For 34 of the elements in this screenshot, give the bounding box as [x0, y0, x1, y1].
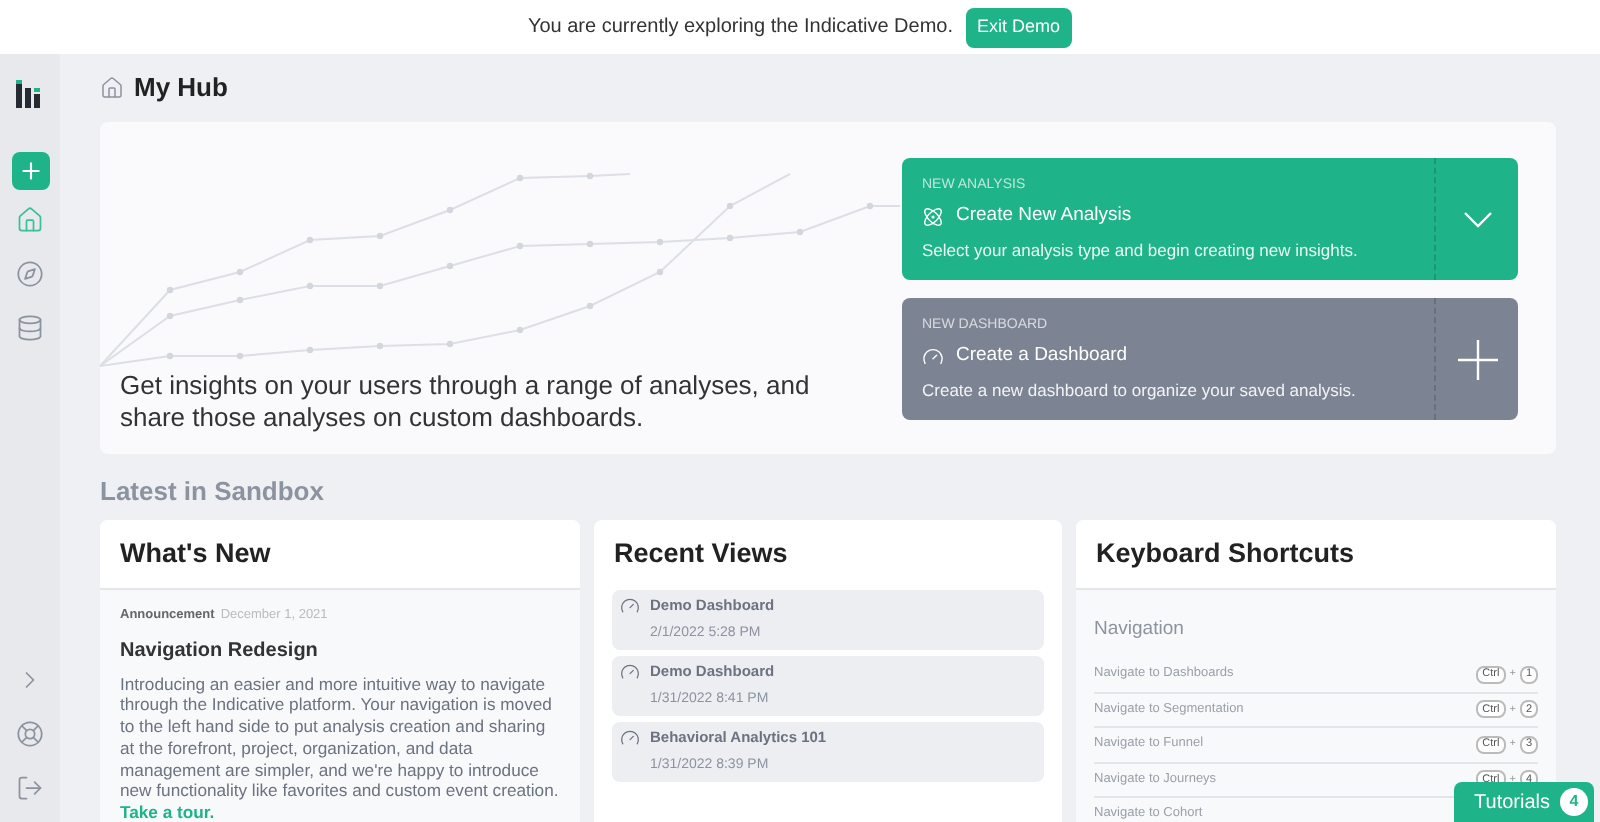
- create-button[interactable]: [11, 152, 49, 190]
- lifebuoy-icon: [16, 720, 44, 748]
- demo-banner-text: You are currently exploring the Indicative Demo.: [527, 14, 953, 42]
- section-title: Latest in Sandbox: [100, 473, 324, 509]
- gauge-icon: [922, 345, 944, 368]
- gauge-icon: [620, 595, 640, 616]
- card-heading: What's New: [120, 535, 271, 572]
- home-icon: [100, 76, 124, 100]
- tour-link[interactable]: Take a tour.: [120, 801, 215, 822]
- shortcut-group: Navigation: [1094, 618, 1184, 640]
- page-title: My Hub: [134, 70, 228, 107]
- plus-icon: [17, 158, 43, 184]
- post-title: Navigation Redesign: [120, 637, 320, 666]
- card-title: Create a Dashboard: [956, 342, 1128, 371]
- exit-demo-button[interactable]: Exit Demo: [965, 7, 1073, 47]
- card-heading: Keyboard Shortcuts: [1096, 535, 1355, 572]
- card-description: Select your analysis type and begin creating new insights.: [922, 237, 1360, 263]
- logo-icon: [16, 80, 44, 108]
- gauge-icon: [620, 727, 640, 748]
- card-description: Create a new dashboard to organize your saved analysis.: [922, 377, 1358, 403]
- post-body: Introducing an easier and more intuitive way to navigate through the Indicative platform. Your navigation is moved to the left hand side to put analysis creation and sharing at the forefront, project, organization, and data management are simpler, and we're happy to introduce new functionality like favorites and custom event creation.: [120, 673, 559, 801]
- home-icon: [16, 206, 44, 234]
- gauge-icon: [620, 661, 640, 682]
- card-title: Create New Analysis: [956, 202, 1132, 231]
- plus-icon: [1457, 339, 1497, 379]
- tutorials-button[interactable]: Tutorials 4: [1454, 782, 1594, 822]
- logout-icon: [16, 774, 44, 802]
- tutorials-count-badge: 4: [1560, 788, 1588, 816]
- atom-icon: [922, 205, 944, 228]
- database-icon: [16, 314, 44, 342]
- chevron-down-icon: [1463, 211, 1491, 227]
- compass-icon: [16, 260, 44, 288]
- hero-text: Get insights on your users through a range of analyses, and share those analyses on custom dashboards.: [120, 370, 812, 434]
- card-heading: Recent Views: [614, 536, 788, 573]
